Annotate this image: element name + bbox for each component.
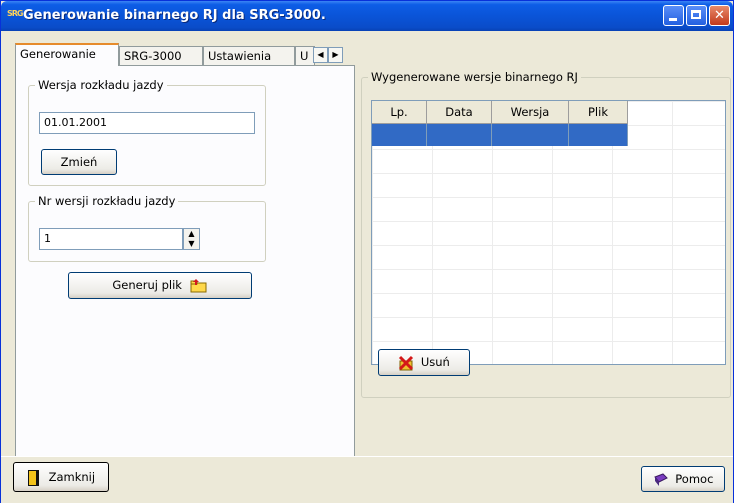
schedule-version-group: Wersja rozkładu jazdy 01.01.2001 Zmień — [28, 78, 266, 186]
schedule-number-legend: Nr wersji rozkładu jazdy — [38, 194, 176, 208]
tab-generowanie[interactable]: Generowanie — [15, 43, 119, 66]
maximize-button[interactable] — [686, 5, 707, 26]
help-book-icon — [653, 472, 668, 486]
spin-down-icon[interactable]: ▼ — [184, 239, 199, 249]
window-title: Generowanie binarnego RJ dla SRG-3000. — [23, 8, 326, 23]
title-bar[interactable]: SRG Generowanie binarnego RJ dla SRG-300… — [1, 1, 733, 31]
schedule-version-legend: Wersja rozkładu jazdy — [38, 78, 164, 92]
close-window-button[interactable]: Zamknij — [13, 462, 109, 492]
generowanie-tab-panel: Wersja rozkładu jazdy 01.01.2001 Zmień N… — [15, 65, 355, 460]
generate-file-button[interactable]: Generuj plik — [68, 272, 252, 299]
generated-versions-legend: Wygenerowane wersje binarnego RJ — [371, 70, 578, 84]
schedule-number-field[interactable]: 1 — [39, 228, 183, 250]
table-cell[interactable] — [491, 123, 569, 146]
table-header-row: Lp. Data Wersja Plik — [372, 101, 628, 124]
tab-scroll-left-button[interactable]: ◀ — [313, 47, 328, 63]
change-version-button[interactable]: Zmień — [41, 149, 117, 175]
delete-icon — [399, 355, 414, 370]
delete-button[interactable]: Usuń — [378, 349, 470, 376]
column-header-wersja[interactable]: Wersja — [491, 101, 569, 124]
schedule-number-group: Nr wersji rozkładu jazdy 1 ▲ ▼ — [28, 194, 266, 262]
column-header-data[interactable]: Data — [426, 101, 492, 124]
app-icon: SRG — [7, 9, 24, 18]
main-window: SRG Generowanie binarnego RJ dla SRG-300… — [0, 0, 734, 503]
footer-bar: Zamknij Pomoc — [1, 456, 733, 503]
folder-icon — [190, 278, 207, 292]
exit-door-icon — [27, 469, 39, 486]
table-cell[interactable] — [426, 123, 492, 146]
tab-srg-3000[interactable]: SRG-3000 — [119, 46, 203, 65]
generate-file-label: Generuj plik — [112, 278, 182, 292]
spin-up-icon[interactable]: ▲ — [184, 229, 199, 239]
close-button[interactable]: ✕ — [709, 5, 730, 26]
delete-label: Usuń — [420, 355, 450, 369]
close-icon: ✕ — [714, 8, 725, 23]
generated-versions-area: Wygenerowane wersje binarnego RJ Lp. Dat… — [356, 65, 733, 460]
table-cell[interactable] — [372, 123, 427, 146]
column-header-lp[interactable]: Lp. — [372, 101, 427, 124]
tab-ustawienia[interactable]: Ustawienia — [203, 46, 295, 65]
tab-u[interactable]: U — [295, 46, 315, 65]
arrow-right-icon: ▶ — [332, 50, 339, 59]
help-label: Pomoc — [675, 472, 714, 486]
arrow-left-icon: ◀ — [317, 50, 324, 59]
tab-scroll-right-button[interactable]: ▶ — [328, 47, 343, 63]
schedule-version-field[interactable]: 01.01.2001 — [39, 112, 255, 134]
column-header-plik[interactable]: Plik — [568, 101, 628, 124]
schedule-number-spinner[interactable]: ▲ ▼ — [183, 228, 200, 250]
versions-grid[interactable]: Lp. Data Wersja Plik — [371, 100, 726, 365]
close-window-label: Zamknij — [48, 470, 96, 484]
table-row[interactable] — [372, 123, 628, 146]
versions-table: Lp. Data Wersja Plik — [372, 101, 628, 146]
minimize-button[interactable] — [663, 5, 684, 26]
help-button[interactable]: Pomoc — [641, 466, 725, 492]
table-cell[interactable] — [568, 123, 628, 146]
